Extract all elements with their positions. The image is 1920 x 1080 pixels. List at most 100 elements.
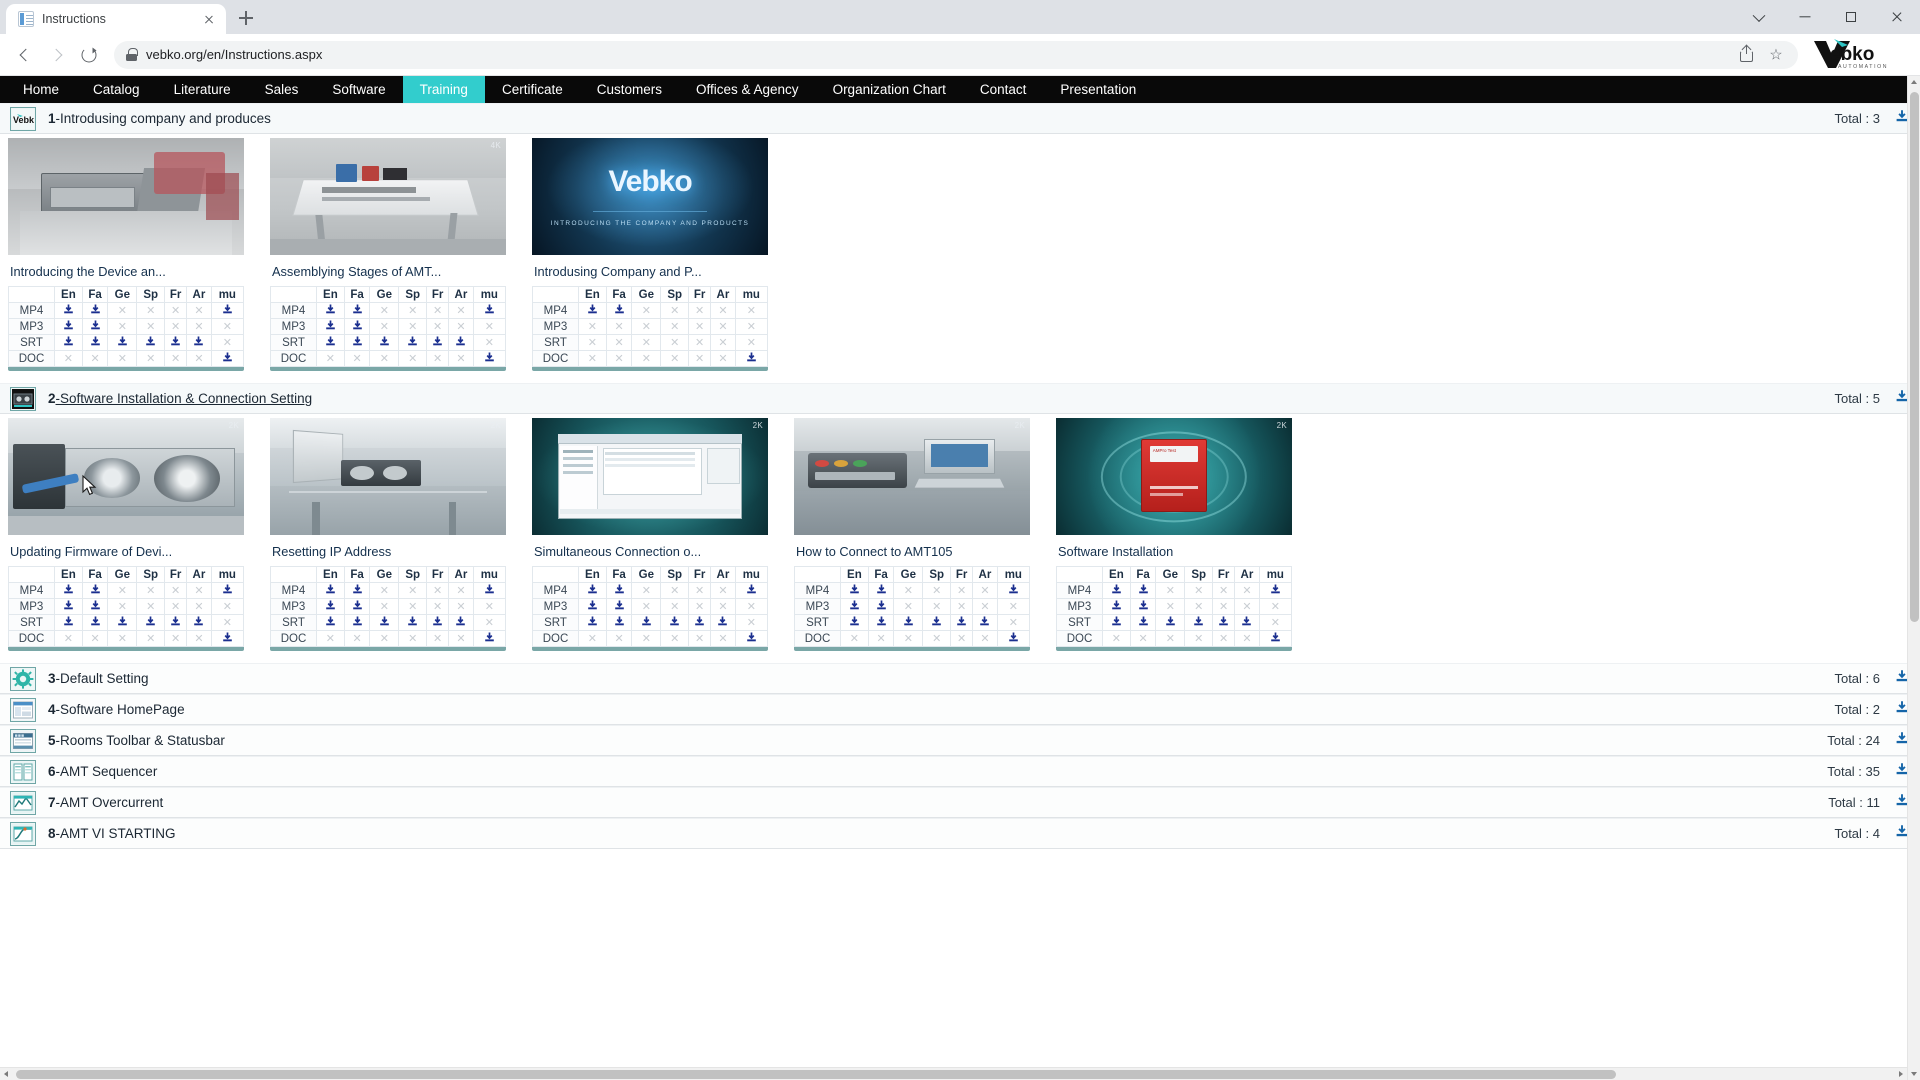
nav-item-offices-agency[interactable]: Offices & Agency	[679, 76, 816, 103]
download-icon[interactable]	[432, 616, 443, 630]
download-icon[interactable]	[849, 600, 860, 614]
download-icon[interactable]	[1138, 616, 1149, 630]
download-cell-mp3-fa[interactable]	[81, 598, 109, 615]
vertical-scrollbar[interactable]	[1907, 76, 1920, 1080]
scroll-left-icon[interactable]	[4, 1071, 8, 1077]
download-icon[interactable]	[63, 616, 74, 630]
download-cell-srt-fr[interactable]	[426, 614, 450, 631]
download-icon[interactable]	[614, 304, 625, 318]
close-tab-icon[interactable]	[200, 10, 218, 28]
download-cell-srt-fa[interactable]	[343, 334, 371, 351]
download-cell-mp3-en[interactable]	[840, 598, 869, 615]
download-cell-srt-sp[interactable]	[398, 334, 428, 351]
download-cell-srt-en[interactable]	[54, 614, 83, 631]
download-cell-srt-en[interactable]	[316, 334, 345, 351]
section-header-5[interactable]: 5-Rooms Toolbar & Statusbar Total : 24	[0, 725, 1920, 756]
vertical-scroll-thumb[interactable]	[1910, 92, 1919, 622]
video-thumbnail[interactable]: AMPro Test 2K	[1056, 418, 1292, 535]
download-cell-mp3-en[interactable]	[54, 318, 83, 335]
download-cell-srt-ar[interactable]	[186, 334, 212, 351]
download-icon[interactable]	[325, 584, 336, 598]
download-icon[interactable]	[484, 632, 495, 646]
download-icon[interactable]	[1111, 600, 1122, 614]
download-icon[interactable]	[669, 616, 680, 630]
download-icon[interactable]	[325, 336, 336, 350]
download-icon[interactable]	[63, 336, 74, 350]
nav-item-catalog[interactable]: Catalog	[76, 76, 157, 103]
download-cell-srt-sp[interactable]	[398, 614, 428, 631]
download-icon[interactable]	[193, 616, 204, 630]
download-icon[interactable]	[876, 584, 887, 598]
nav-item-home[interactable]: Home	[6, 76, 76, 103]
download-icon[interactable]	[325, 320, 336, 334]
download-icon[interactable]	[956, 616, 967, 630]
download-icon[interactable]	[352, 304, 363, 318]
download-icon[interactable]	[455, 616, 466, 630]
download-cell-mp4-en[interactable]	[316, 302, 345, 319]
download-cell-mp3-en[interactable]	[316, 598, 345, 615]
download-cell-mp4-en[interactable]	[54, 582, 83, 599]
download-cell-mp3-en[interactable]	[1102, 598, 1131, 615]
download-cell-srt-sp[interactable]	[660, 614, 690, 631]
download-icon[interactable]	[931, 616, 942, 630]
download-cell-srt-sp[interactable]	[136, 334, 166, 351]
download-icon[interactable]	[352, 320, 363, 334]
download-icon[interactable]	[63, 600, 74, 614]
download-cell-mp4-mu[interactable]	[734, 582, 769, 599]
download-icon[interactable]	[876, 616, 887, 630]
nav-item-contact[interactable]: Contact	[963, 76, 1044, 103]
download-icon[interactable]	[325, 600, 336, 614]
nav-item-presentation[interactable]: Presentation	[1043, 76, 1153, 103]
download-icon[interactable]	[63, 584, 74, 598]
download-cell-srt-ge[interactable]	[369, 614, 400, 631]
download-cell-doc-mu[interactable]	[472, 350, 507, 367]
download-cell-srt-ge[interactable]	[631, 614, 662, 631]
download-icon[interactable]	[484, 584, 495, 598]
reload-icon[interactable]	[74, 40, 104, 70]
download-icon[interactable]	[1270, 584, 1281, 598]
download-icon[interactable]	[90, 320, 101, 334]
download-cell-mp4-fa[interactable]	[81, 302, 109, 319]
video-thumbnail[interactable]: 2K	[270, 418, 506, 535]
download-icon[interactable]	[222, 304, 233, 318]
download-cell-srt-ge[interactable]	[1155, 614, 1186, 631]
section-header-7[interactable]: 7-AMT Overcurrent Total : 11	[0, 787, 1920, 818]
download-icon[interactable]	[170, 616, 181, 630]
video-thumbnail[interactable]: 2K	[532, 418, 768, 535]
download-icon[interactable]	[222, 352, 233, 366]
download-cell-mp4-en[interactable]	[54, 302, 83, 319]
download-icon[interactable]	[614, 584, 625, 598]
download-icon[interactable]	[63, 304, 74, 318]
nav-item-organization-chart[interactable]: Organization Chart	[816, 76, 963, 103]
scroll-down-icon[interactable]	[1911, 1072, 1917, 1076]
download-cell-mp4-mu[interactable]	[996, 582, 1031, 599]
download-cell-srt-fr[interactable]	[164, 334, 188, 351]
download-cell-mp4-en[interactable]	[578, 582, 607, 599]
download-icon[interactable]	[379, 336, 390, 350]
nav-item-sales[interactable]: Sales	[248, 76, 316, 103]
download-icon[interactable]	[903, 616, 914, 630]
download-icon[interactable]	[407, 616, 418, 630]
download-cell-mp4-fa[interactable]	[343, 302, 371, 319]
download-cell-srt-ar[interactable]	[710, 614, 736, 631]
nav-item-certificate[interactable]: Certificate	[485, 76, 580, 103]
download-cell-srt-fa[interactable]	[1129, 614, 1157, 631]
section-header-6[interactable]: 6-AMT Sequencer Total : 35	[0, 756, 1920, 787]
download-icon[interactable]	[717, 616, 728, 630]
download-cell-doc-mu[interactable]	[210, 630, 245, 647]
download-icon[interactable]	[145, 616, 156, 630]
download-icon[interactable]	[145, 336, 156, 350]
download-icon[interactable]	[979, 616, 990, 630]
download-icon[interactable]	[193, 336, 204, 350]
download-cell-mp4-fa[interactable]	[81, 582, 109, 599]
download-cell-srt-fr[interactable]	[950, 614, 974, 631]
download-icon[interactable]	[746, 632, 757, 646]
download-icon[interactable]	[325, 304, 336, 318]
video-thumbnail[interactable]: 2K	[8, 418, 244, 535]
video-thumbnail[interactable]: 2K	[794, 418, 1030, 535]
download-icon[interactable]	[352, 616, 363, 630]
download-icon[interactable]	[614, 616, 625, 630]
download-icon[interactable]	[90, 304, 101, 318]
download-cell-srt-en[interactable]	[1102, 614, 1131, 631]
download-icon[interactable]	[352, 336, 363, 350]
